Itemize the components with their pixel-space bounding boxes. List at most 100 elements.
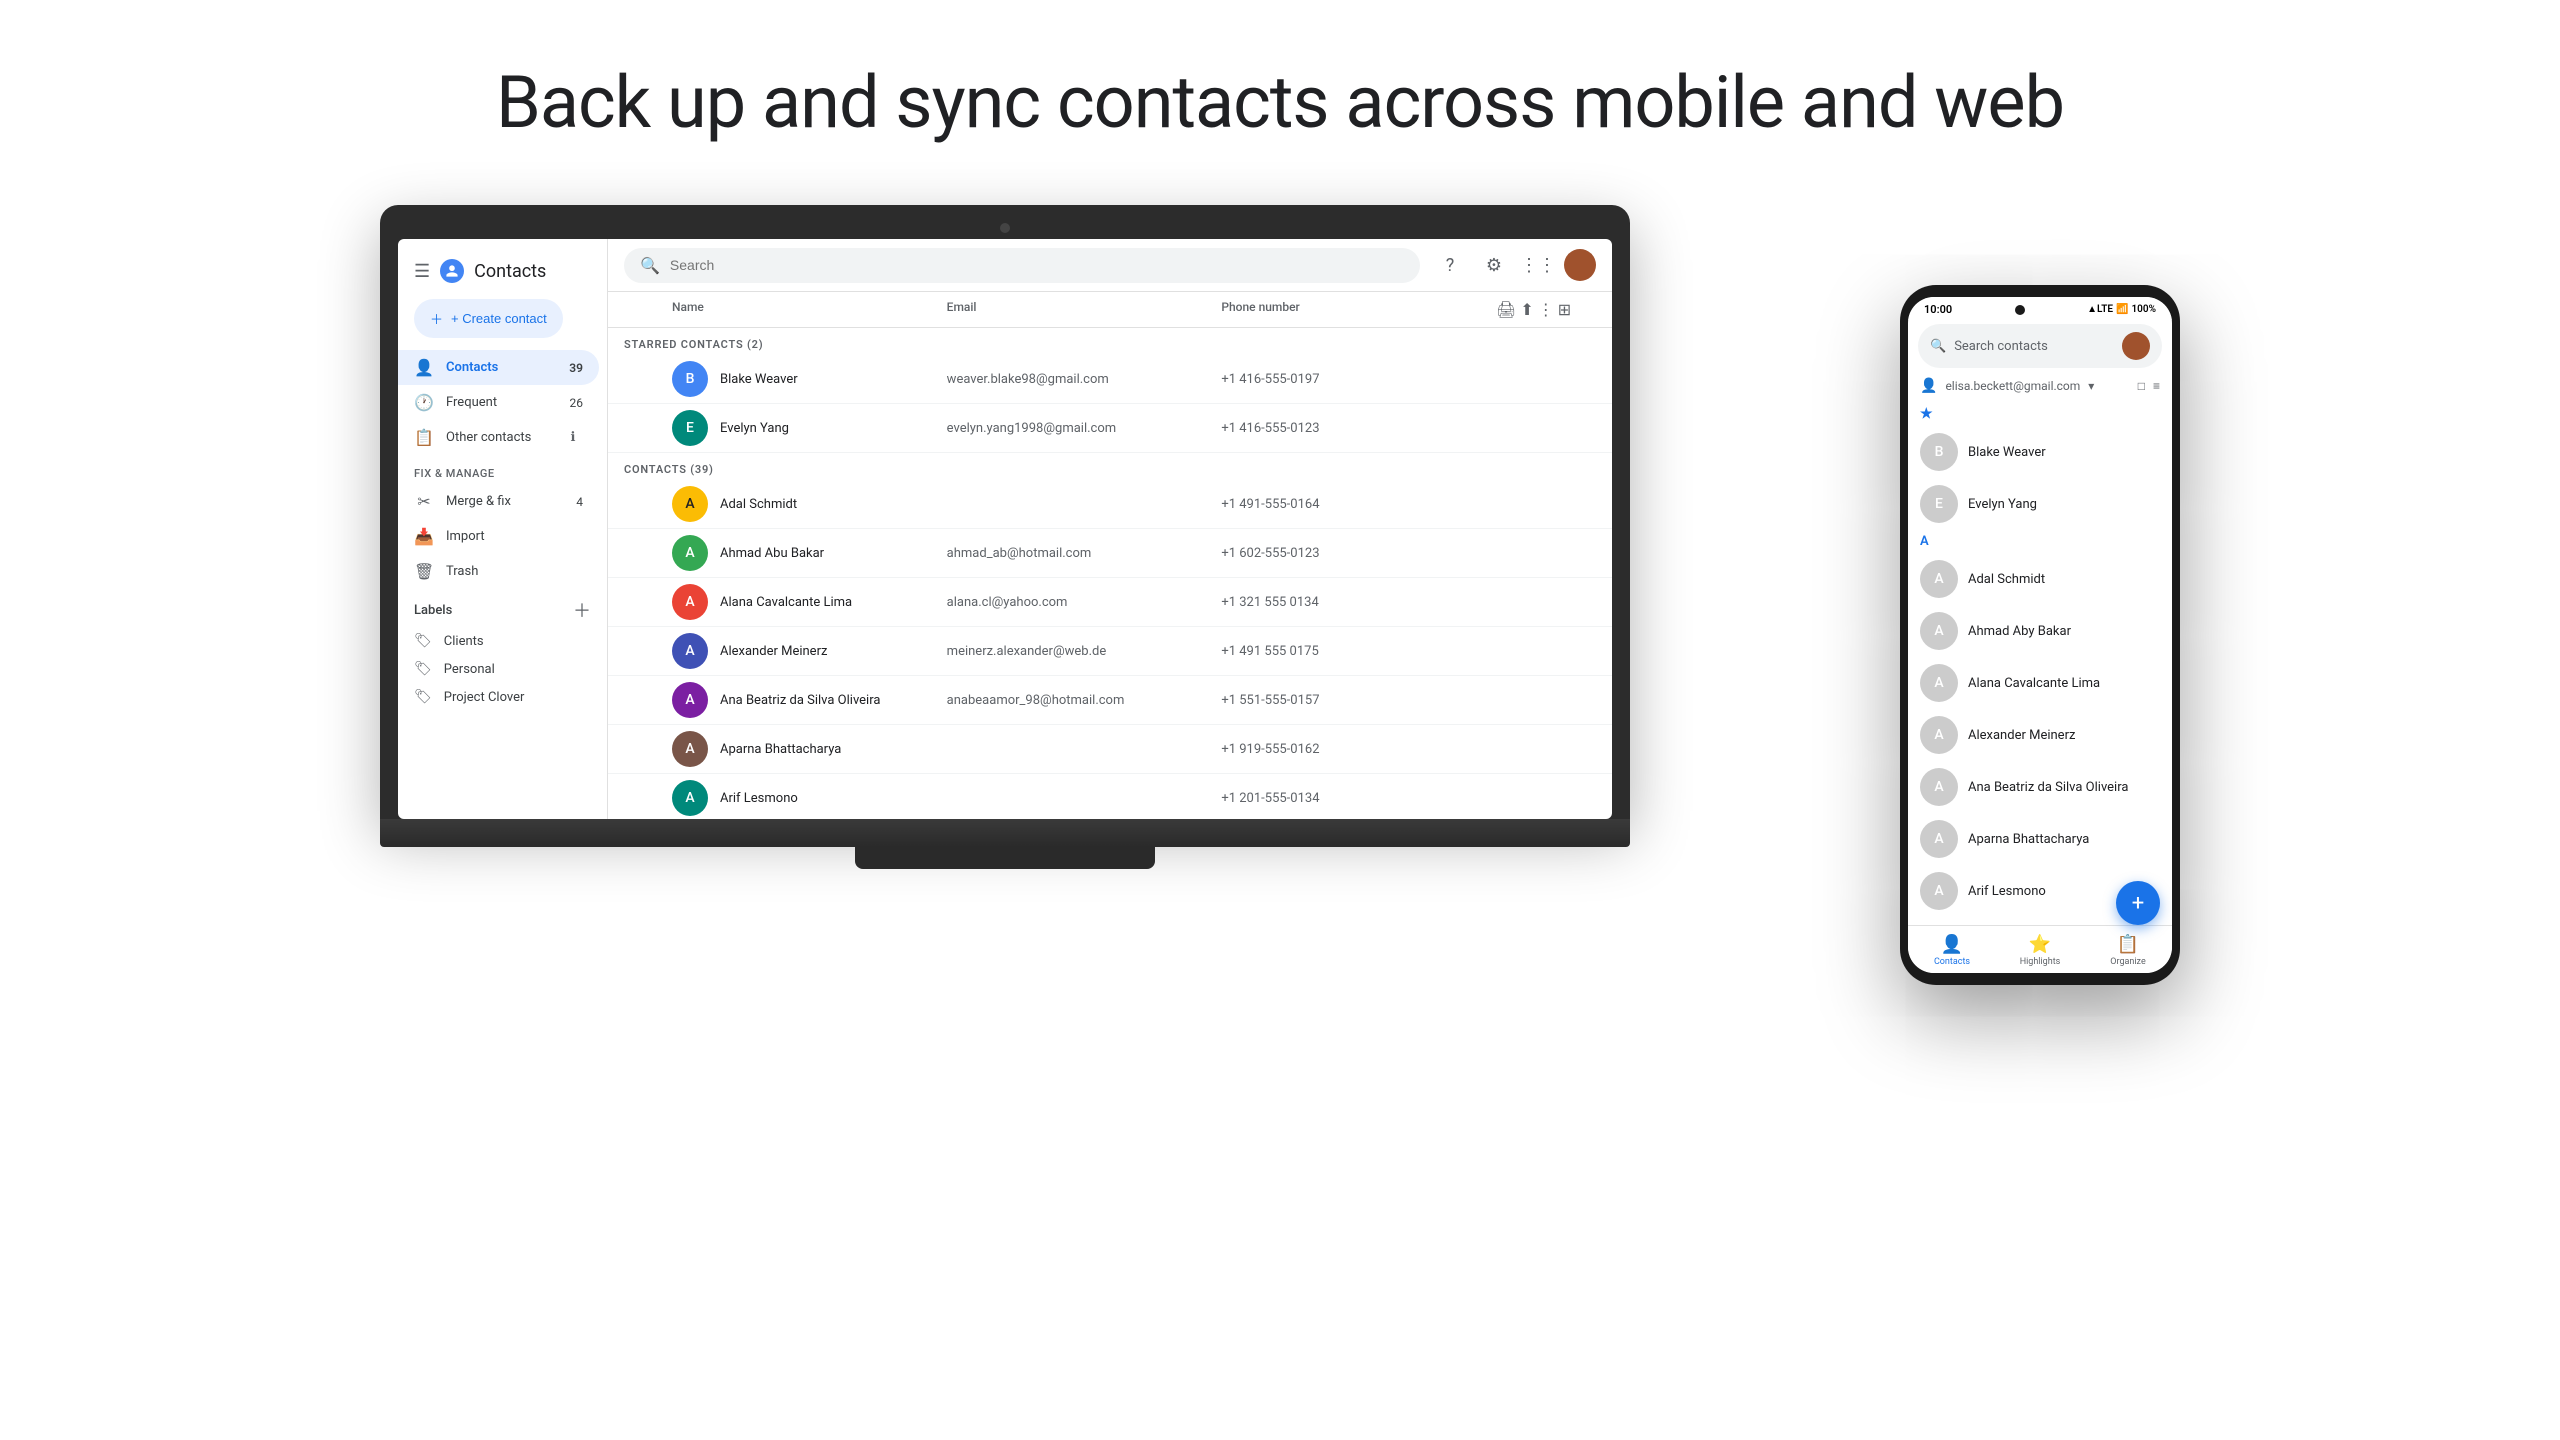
labels-header: Labels ＋ [398,589,607,627]
create-contact-button[interactable]: ＋ + Create contact [414,299,563,338]
trash-label: Trash [446,564,478,579]
battery-icon: 100% [2131,304,2156,315]
phone-contact-name: Aparna Bhattacharya [1968,832,2089,847]
label-project-clover[interactable]: 🏷 Project Clover [398,683,607,711]
contact-phone: +1 416-555-0123 [1221,421,1496,436]
laptop-camera [1000,223,1010,233]
table-row[interactable]: A Alana Cavalcante Lima alana.cl@yahoo.c… [608,578,1612,627]
contact-phone: +1 201-555-0134 [1221,791,1496,806]
contact-avatar: E [672,410,708,446]
star-icon: ★ [1920,406,1933,422]
phone-contact-row[interactable]: A Ahmad Aby Bakar [1908,605,2172,657]
other-nav-info-icon: ℹ [563,430,583,445]
table-row[interactable]: A Ana Beatriz da Silva Oliveira anabeaam… [608,676,1612,725]
laptop-body: ☰ Contacts ＋ + Create contact [380,205,1630,819]
contact-name: Evelyn Yang [720,421,947,436]
phone-user-avatar[interactable] [2122,332,2150,360]
sidebar-header: ☰ Contacts [398,251,607,295]
apps-button[interactable]: ⋮⋮ [1520,247,1556,283]
contact-email-btn[interactable]: ✉ [1496,414,1524,442]
phone-contact-row[interactable]: A Alexander Meinerz [1908,709,2172,761]
contact-email: evelyn.yang1998@gmail.com [947,421,1222,436]
contact-email-btn[interactable]: ✉ [1496,365,1524,393]
contact-name-cell: A Adal Schmidt [672,486,947,522]
split-icon[interactable]: ⊞ [1558,300,1571,319]
contact-email: weaver.blake98@gmail.com [947,372,1222,387]
phone-nav-highlights[interactable]: ⭐ Highlights [1996,926,2084,973]
col-actions [624,300,672,319]
export-icon[interactable]: ⬆ [1520,300,1533,319]
table-row[interactable]: A Adal Schmidt +1 491-555-0164 [608,480,1612,529]
label-clients-text: Clients [444,634,484,649]
table-row[interactable]: A Ahmad Abu Bakar ahmad_ab@hotmail.com +… [608,529,1612,578]
phone-nav-organize-label: Organize [2110,957,2145,967]
label-clients[interactable]: 🏷 Clients [398,627,607,655]
user-avatar[interactable] [1564,249,1596,281]
settings-button[interactable]: ⚙ [1476,247,1512,283]
lte-icon: ▲LTE [2087,304,2113,315]
sidebar-item-other[interactable]: 📋 Other contacts ℹ [398,420,599,455]
contact-more-btn[interactable]: ⋮ [1564,365,1592,393]
starred-contact-row[interactable]: B Blake Weaver weaver.blake98@gmail.com … [608,355,1612,404]
phone-screen: 10:00 ▲LTE 📶 100% 🔍 Search contacts [1908,297,2172,973]
phone-contact-row[interactable]: A Ana Beatriz da Silva Oliveira [1908,761,2172,813]
phone-time: 10:00 [1924,303,1952,316]
more-icon[interactable]: ⋮ [1538,300,1554,319]
laptop: ☰ Contacts ＋ + Create contact [380,205,1630,869]
trash-icon: 🗑 [414,562,434,581]
phone-nav-organize[interactable]: 📋 Organize [2084,926,2172,973]
contacts-nav-icon: 👤 [414,358,434,377]
contact-avatar: A [672,682,708,718]
contact-email: meinerz.alexander@web.de [947,644,1222,659]
col-row-actions: 🖨 ⬆ ⋮ ⊞ [1496,300,1596,319]
sidebar-item-contacts[interactable]: 👤 Contacts 39 [398,350,599,385]
sidebar-item-import[interactable]: 📥 Import [398,519,599,554]
print-icon[interactable]: 🖨 [1496,300,1516,319]
phone-contact-row[interactable]: A Adal Schmidt [1908,553,2172,605]
phone-contact-row[interactable]: B Blake Weaver [1908,426,2172,478]
search-icon: 🔍 [640,256,660,275]
contact-avatar: A [672,535,708,571]
add-label-button[interactable]: ＋ [573,597,591,623]
contact-name: Ana Beatriz da Silva Oliveira [720,693,947,708]
sidebar-item-frequent[interactable]: 🕐 Frequent 26 [398,385,599,420]
sidebar-app-title: Contacts [474,261,546,282]
search-input[interactable] [670,257,1404,273]
contact-name-cell: A Aparna Bhattacharya [672,731,947,767]
sidebar-item-trash[interactable]: 🗑 Trash [398,554,599,589]
label-icon: 🏷 [414,689,432,705]
phone-fab-button[interactable]: + [2116,881,2160,925]
phone-contact-avatar: A [1920,716,1958,754]
import-label: Import [446,529,485,544]
phone-status-bar: 10:00 ▲LTE 📶 100% [1908,297,2172,320]
create-contact-label: + Create contact [451,311,547,326]
phone-labels-icon[interactable]: □ [2138,379,2145,393]
phone-contact-row[interactable]: A Aparna Bhattacharya [1908,813,2172,865]
contact-call-btn[interactable]: 📞 [1530,365,1558,393]
table-row[interactable]: A Alexander Meinerz meinerz.alexander@we… [608,627,1612,676]
starred-contact-row[interactable]: E Evelyn Yang evelyn.yang1998@gmail.com … [608,404,1612,453]
sidebar-item-merge[interactable]: ✂ Merge & fix 4 [398,484,599,519]
wifi-icon: 📶 [2116,304,2128,315]
phone-search-bar[interactable]: 🔍 Search contacts [1918,324,2162,368]
contact-call-btn[interactable]: 📞 [1530,414,1558,442]
phone-contact-row[interactable]: A Alana Cavalcante Lima [1908,657,2172,709]
table-header: Name Email Phone number 🖨 ⬆ ⋮ ⊞ [608,292,1612,328]
top-actions: ? ⚙ ⋮⋮ [1432,247,1596,283]
help-button[interactable]: ? [1432,247,1468,283]
label-personal[interactable]: 🏷 Personal [398,655,607,683]
hamburger-icon[interactable]: ☰ [414,261,430,282]
phone-contact-row[interactable]: E Evelyn Yang [1908,478,2172,530]
table-row[interactable]: A Aparna Bhattacharya +1 919-555-0162 [608,725,1612,774]
frequent-nav-label: Frequent [446,395,497,410]
contact-more-btn[interactable]: ⋮ [1564,414,1592,442]
phone-sort-icon[interactable]: ≡ [2153,379,2160,393]
contacts-nav-label: Contacts [446,360,498,375]
table-row[interactable]: A Arif Lesmono +1 201-555-0134 [608,774,1612,819]
phone-contact-avatar: A [1920,612,1958,650]
search-bar[interactable]: 🔍 [624,248,1420,283]
phone-contact-name: Alana Cavalcante Lima [1968,676,2100,691]
starred-section-label: STARRED CONTACTS (2) [608,328,1612,355]
phone-nav-contacts[interactable]: 👤 Contacts [1908,926,1996,973]
phone-camera [2015,305,2025,315]
